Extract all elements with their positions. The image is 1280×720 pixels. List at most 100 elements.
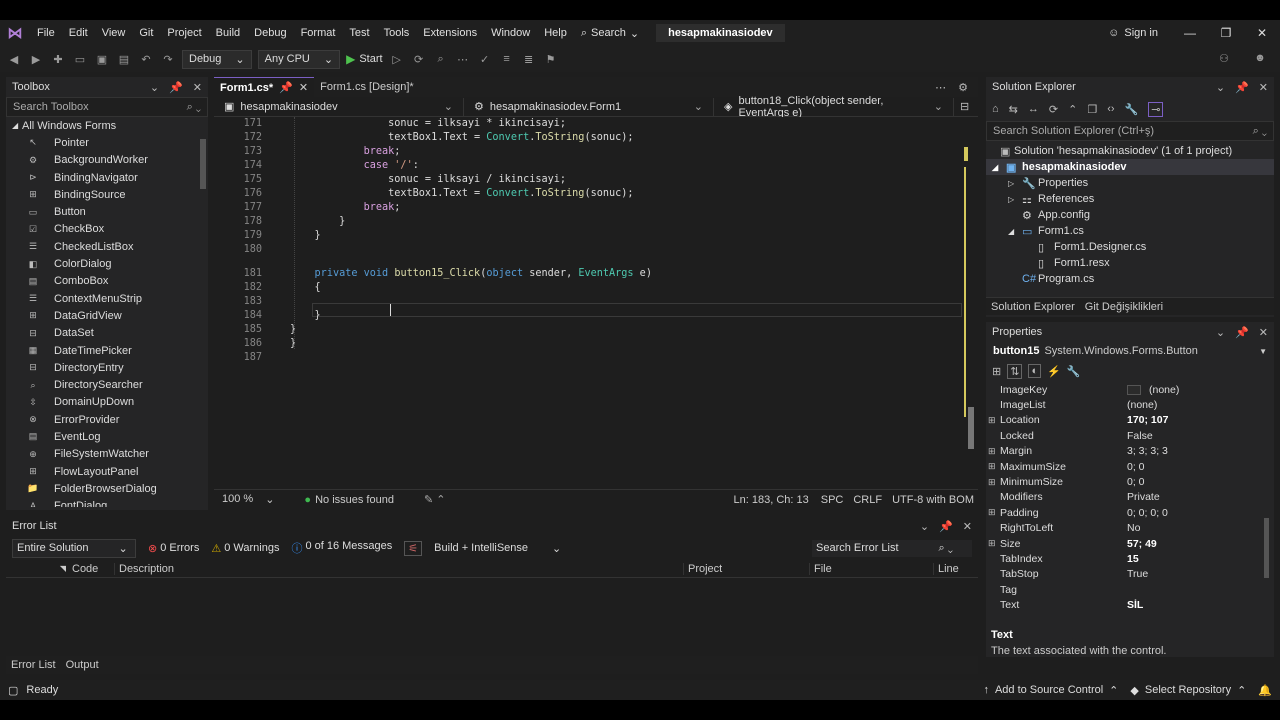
switch-views-icon[interactable]: ↔: [1028, 103, 1039, 115]
build-filter-dropdown[interactable]: Build + IntelliSense ⌄: [434, 542, 561, 555]
property-row[interactable]: ⊞ Margin 3; 3; 3; 3: [988, 444, 1274, 459]
events-icon[interactable]: ⚡: [1047, 365, 1061, 378]
menu-edit[interactable]: Edit: [62, 27, 95, 39]
property-row[interactable]: ImageKey (none): [988, 382, 1274, 397]
tree-item-form1-resx[interactable]: ▯ Form1.resx: [986, 255, 1274, 271]
toolbox-item[interactable]: ⊕ FileSystemWatcher: [6, 446, 208, 463]
code-editor[interactable]: 171 sonuc = ilksayi * ikincisayi; 172 tex…: [214, 117, 978, 489]
tree-item-properties[interactable]: ▷ 🔧 Properties: [986, 175, 1274, 191]
save-all-icon[interactable]: ▤: [116, 53, 132, 66]
chevron-down-icon[interactable]: ⌄: [1216, 81, 1225, 94]
code-line[interactable]: 186}: [214, 337, 297, 351]
preview-selected-icon[interactable]: ⊸: [1148, 101, 1164, 117]
property-value[interactable]: No: [1127, 522, 1140, 534]
toolbox-item[interactable]: ☑ CheckBox: [6, 221, 208, 238]
expand-plus-icon[interactable]: ⊞: [988, 477, 1000, 488]
code-view-icon[interactable]: ‹›: [1107, 103, 1114, 115]
toolbox-item[interactable]: ↖ Pointer: [6, 134, 208, 151]
menu-format[interactable]: Format: [294, 27, 343, 39]
code-line[interactable]: 187: [214, 351, 262, 365]
code-line[interactable]: 179 }: [214, 229, 321, 243]
solution-explorer-search-input[interactable]: Search Solution Explorer (Ctrl+ş) ⌕ ⌄: [986, 121, 1274, 141]
code-line[interactable]: 180: [214, 243, 262, 257]
chevron-down-icon[interactable]: ⌄: [150, 81, 159, 94]
code-line[interactable]: 172 textBox1.Text = Convert.ToString(son…: [214, 131, 634, 145]
property-value[interactable]: 3; 3; 3; 3: [1127, 445, 1168, 457]
tab-form1-design[interactable]: Form1.cs [Design]*: [314, 77, 420, 97]
tree-item-form1-designer[interactable]: ▯ Form1.Designer.cs: [986, 239, 1274, 255]
class-dropdown[interactable]: ⚙ hesapmakinasiodev.Form1 ⌄: [464, 97, 714, 116]
property-row[interactable]: Text SİL: [988, 597, 1274, 612]
menu-help[interactable]: Help: [537, 27, 574, 39]
redo-icon[interactable]: ↷: [160, 53, 176, 66]
open-file-icon[interactable]: ▭: [72, 53, 88, 66]
property-value[interactable]: True: [1127, 568, 1148, 580]
tree-item-references[interactable]: ▷ ⚏ References: [986, 191, 1274, 207]
search-menu[interactable]: ⌕ Search ⌄: [574, 27, 646, 40]
code-line[interactable]: 177 break;: [214, 201, 401, 215]
scope-dropdown[interactable]: Entire Solution ⌄: [12, 538, 136, 558]
toolbox-item[interactable]: ⊟ DataSet: [6, 325, 208, 342]
notifications-icon[interactable]: 🔔: [1258, 684, 1280, 697]
property-value[interactable]: 0; 0: [1127, 461, 1145, 473]
browse-icon[interactable]: ⌕: [433, 53, 449, 66]
code-line[interactable]: 181 private void button15_Click(object s…: [214, 267, 652, 281]
properties-object-selector[interactable]: button15 System.Windows.Forms.Button ▼: [986, 342, 1274, 360]
property-value[interactable]: 170; 107: [1127, 414, 1168, 426]
code-line[interactable]: 185}: [214, 323, 297, 337]
forward-icon[interactable]: ▶: [28, 53, 44, 66]
code-line[interactable]: 173 break;: [214, 145, 401, 159]
tab-form1-cs[interactable]: Form1.cs* 📌 ✕: [214, 77, 315, 97]
property-row[interactable]: ImageList (none): [988, 397, 1274, 412]
code-line[interactable]: 183: [214, 295, 262, 309]
property-row[interactable]: ⊞ Size 57; 49: [988, 536, 1274, 551]
toolbar-more-icon[interactable]: ⋯: [455, 53, 471, 66]
toolbox-item[interactable]: ▦ DateTimePicker: [6, 342, 208, 359]
menu-window[interactable]: Window: [484, 27, 537, 39]
property-value[interactable]: 15: [1127, 553, 1139, 565]
code-line[interactable]: 184 }: [214, 309, 321, 323]
pin-icon[interactable]: 📌: [1235, 326, 1249, 339]
property-value[interactable]: 0; 0: [1127, 476, 1145, 488]
more-icon[interactable]: ⋯: [935, 81, 946, 94]
property-pages-icon[interactable]: 🔧: [1067, 365, 1081, 378]
property-row[interactable]: TextAlignMiddleCenter: [988, 613, 1274, 614]
property-row[interactable]: Modifiers Private: [988, 490, 1274, 505]
tree-item-project[interactable]: ◢ ▣ hesapmakinasiodev: [986, 159, 1274, 175]
toolbox-item[interactable]: ⊟ DirectoryEntry: [6, 359, 208, 376]
property-value[interactable]: (none): [1127, 399, 1157, 411]
close-icon[interactable]: ✕: [1244, 26, 1280, 40]
select-repository-button[interactable]: ◆ Select Repository ⌃: [1130, 684, 1258, 697]
file-encoding[interactable]: UTF-8 with BOM: [892, 494, 978, 506]
expand-plus-icon[interactable]: ⊞: [988, 538, 1000, 549]
menu-debug[interactable]: Debug: [247, 27, 293, 39]
pin-icon[interactable]: 📌: [1235, 81, 1249, 94]
bookmark-icon[interactable]: ⚑: [543, 53, 559, 66]
code-line[interactable]: 176 textBox1.Text = Convert.ToString(son…: [214, 187, 634, 201]
line-ending[interactable]: CRLF: [853, 494, 892, 506]
error-list-search-input[interactable]: Search Error List ⌕ ⌄: [812, 539, 972, 557]
code-line[interactable]: 175 sonuc = ilksayi / ikincisayi;: [214, 173, 566, 187]
toolbox-group-header[interactable]: ◢ All Windows Forms: [6, 117, 208, 134]
toolbox-item[interactable]: ⊗ ErrorProvider: [6, 411, 208, 428]
undo-icon[interactable]: ↶: [138, 53, 154, 66]
pin-icon[interactable]: 📌: [169, 81, 183, 94]
column-line[interactable]: Line: [933, 562, 963, 575]
project-dropdown[interactable]: ▣ hesapmakinasiodev ⌄: [214, 97, 464, 116]
alphabetical-icon[interactable]: ⇅: [1007, 363, 1023, 379]
toolbox-item[interactable]: ⊞ DataGridView: [6, 307, 208, 324]
toolbox-item[interactable]: ⚙ BackgroundWorker: [6, 152, 208, 169]
pin-icon[interactable]: 📌: [939, 520, 953, 533]
gear-icon[interactable]: ⚙: [958, 81, 968, 94]
toolbox-item[interactable]: ☰ ContextMenuStrip: [6, 290, 208, 307]
column-description[interactable]: Description: [114, 562, 683, 575]
toolbox-item[interactable]: ◧ ColorDialog: [6, 255, 208, 272]
cursor-position[interactable]: Ln: 183, Ch: 13: [734, 494, 821, 506]
close-icon[interactable]: ✕: [963, 520, 972, 533]
menu-git[interactable]: Git: [132, 27, 160, 39]
toolbox-item[interactable]: ⊳ BindingNavigator: [6, 169, 208, 186]
toolbox-item[interactable]: ▭ Button: [6, 203, 208, 220]
menu-test[interactable]: Test: [342, 27, 376, 39]
property-row[interactable]: ⊞ Padding 0; 0; 0; 0: [988, 505, 1274, 520]
uncomment-icon[interactable]: ≣: [521, 53, 537, 66]
